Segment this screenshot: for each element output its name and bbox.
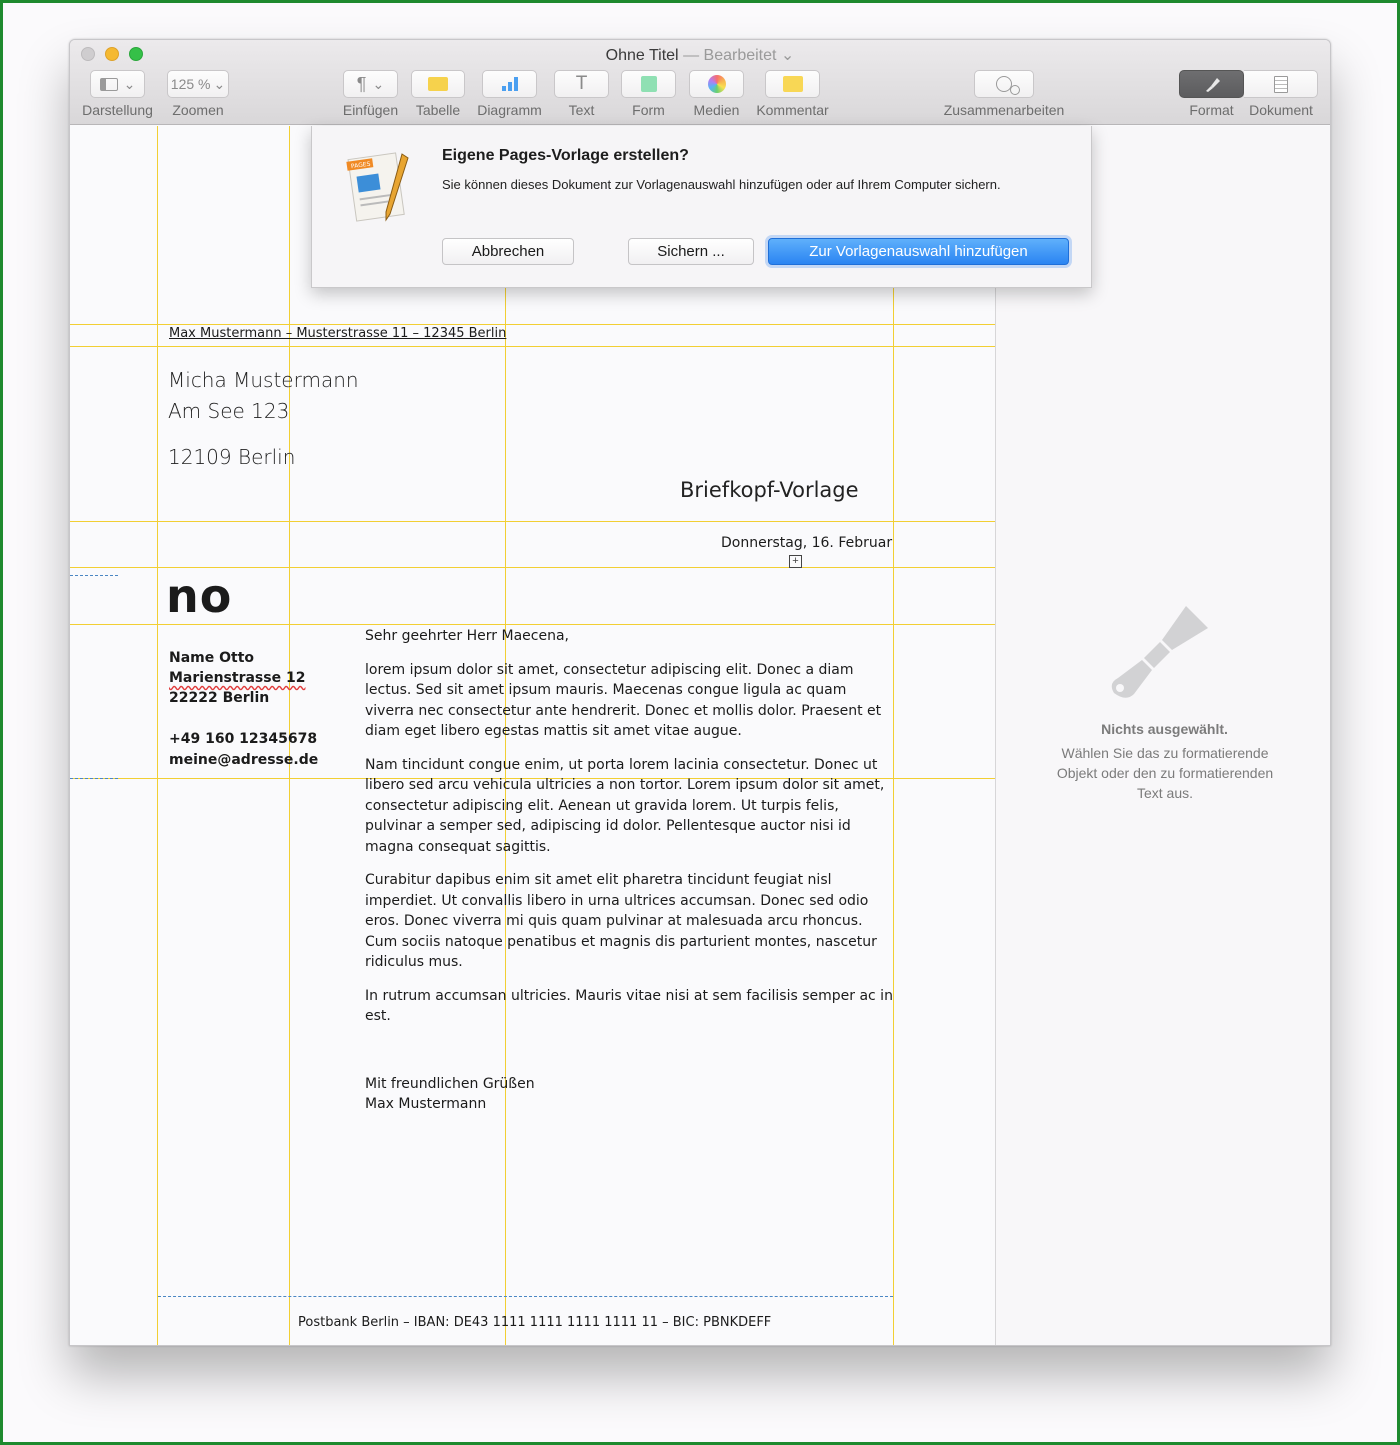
document-label: Dokument [1249, 102, 1313, 118]
body-paragraph[interactable]: Nam tincidunt congue enim, ut porta lore… [365, 755, 895, 858]
toolbar-text[interactable]: T Text [554, 70, 609, 118]
chart-button[interactable] [482, 70, 537, 98]
cancel-button[interactable]: Abbrechen [442, 238, 574, 265]
paintbrush-icon [1111, 606, 1208, 698]
chevron-down-icon[interactable]: ⌄ [781, 47, 794, 64]
toolbar-table[interactable]: Tabelle [411, 70, 465, 118]
toolbar-comment[interactable]: Kommentar [756, 70, 829, 118]
media-icon [707, 75, 726, 93]
layout-guide [70, 346, 995, 347]
comment-button[interactable] [765, 70, 820, 98]
layout-guide [70, 624, 995, 625]
toolbar-shape[interactable]: Form [621, 70, 676, 118]
layout-guide [157, 126, 158, 1345]
document-state[interactable]: Bearbeitet [704, 47, 777, 64]
paintbrush-icon [1205, 78, 1220, 92]
logo-text[interactable]: no [166, 569, 232, 623]
body-paragraph[interactable]: Curabitur dapibus enim sit amet elit pha… [365, 870, 895, 973]
zoom-select[interactable]: 125 % ⌄ [167, 70, 229, 98]
recipient-name[interactable]: Micha Mustermann [168, 368, 359, 392]
layout-guide [70, 567, 995, 568]
fold-mark [70, 575, 118, 576]
format-inspector: Nichts ausgewählt. Wählen Sie das zu for… [995, 126, 1330, 1345]
pages-window: Ohne Titel — Bearbeitet ⌄ ⌄ Darstellung … [69, 39, 1331, 1346]
anchor-plus-icon[interactable]: + [789, 555, 802, 568]
chevron-down-icon: ⌄ [213, 75, 226, 92]
letter-date[interactable]: Donnerstag, 16. Februar [721, 535, 892, 551]
side-email[interactable]: meine@adresse.de [169, 752, 318, 768]
side-name[interactable]: Name Otto [169, 650, 254, 666]
body-paragraph[interactable]: In rutrum accumsan ultricies. Mauris vit… [365, 986, 895, 1027]
comment-icon [782, 76, 803, 92]
table-button[interactable] [411, 70, 465, 98]
shape-button[interactable] [621, 70, 676, 98]
window-title: Ohne Titel — Bearbeitet ⌄ [70, 45, 1330, 65]
toolbar-insert[interactable]: ¶ ⌄ Einfügen [343, 70, 398, 118]
document-name[interactable]: Ohne Titel [606, 47, 679, 64]
toolbar-view[interactable]: ⌄ Darstellung [82, 70, 153, 118]
toolbar-format[interactable]: Format [1179, 70, 1244, 118]
format-button[interactable] [1179, 70, 1244, 98]
toolbar-chart[interactable]: Diagramm [477, 70, 542, 118]
collaborate-button[interactable] [974, 70, 1034, 98]
closing[interactable]: Mit freundlichen Grüßen [365, 1074, 895, 1095]
chevron-down-icon: ⌄ [372, 75, 385, 92]
collaborate-icon [996, 76, 1020, 95]
table-icon [428, 77, 448, 91]
briefkopf-title[interactable]: Briefkopf-Vorlage [680, 478, 859, 502]
pilcrow-icon: ¶ [356, 73, 367, 94]
title-separator: — [683, 47, 700, 64]
toolbar-zoom[interactable]: 125 % ⌄ Zoomen [167, 70, 229, 118]
view-button[interactable]: ⌄ [90, 70, 145, 98]
sidebar-view-icon [99, 77, 118, 91]
sender-line[interactable]: Max Mustermann – Musterstrasse 11 – 1234… [169, 326, 506, 341]
titlebar: Ohne Titel — Bearbeitet ⌄ ⌄ Darstellung … [70, 40, 1330, 125]
dialog-message: Sie können dieses Dokument zur Vorlagena… [442, 177, 1001, 192]
recipient-street[interactable]: Am See 123 [168, 399, 289, 423]
letter-body[interactable]: Sehr geehrter Herr Maecena, lorem ipsum … [365, 626, 895, 1128]
shape-icon [640, 76, 657, 92]
add-to-template-chooser-button[interactable]: Zur Vorlagenauswahl hinzufügen [768, 238, 1069, 265]
chevron-down-icon: ⌄ [123, 75, 136, 92]
zoom-label: Zoomen [172, 102, 224, 118]
inspector-message: Wählen Sie das zu formatierende Objekt o… [1056, 745, 1274, 801]
chart-icon [501, 77, 518, 91]
toolbar-media[interactable]: Medien [689, 70, 744, 118]
footer-margin-line [158, 1296, 893, 1297]
layout-guide [70, 521, 995, 522]
collaborate-label: Zusammenarbeiten [943, 102, 1065, 118]
recipient-city[interactable]: 12109 Berlin [168, 445, 295, 469]
body-paragraph[interactable]: lorem ipsum dolor sit amet, consectetur … [365, 660, 895, 742]
side-city[interactable]: 22222 Berlin [169, 690, 269, 706]
pages-app-icon: PAGES [346, 152, 409, 222]
comment-label: Kommentar [756, 102, 829, 118]
document-button[interactable] [1244, 70, 1318, 98]
toolbar-document[interactable]: Dokument [1244, 70, 1318, 118]
dialog-title: Eigene Pages-Vorlage erstellen? [442, 147, 689, 164]
text-icon: T [575, 73, 588, 94]
media-button[interactable] [689, 70, 744, 98]
layout-guide [70, 324, 995, 325]
save-template-dialog: PAGES Eigene Pages-Vorlage erstellen? Si… [311, 126, 1092, 288]
side-phone[interactable]: +49 160 12345678 [169, 731, 317, 747]
signature[interactable]: Max Mustermann [365, 1094, 895, 1115]
footer-bank-info[interactable]: Postbank Berlin – IBAN: DE43 1111 1111 1… [298, 1315, 771, 1330]
text-button[interactable]: T [554, 70, 609, 98]
salutation[interactable]: Sehr geehrter Herr Maecena, [365, 626, 895, 647]
toolbar-collaborate[interactable]: Zusammenarbeiten [944, 70, 1064, 118]
insert-button[interactable]: ¶ ⌄ [343, 70, 398, 98]
fold-mark [70, 778, 118, 779]
document-icon [1273, 75, 1288, 93]
zoom-value: 125 % [170, 76, 211, 92]
save-button[interactable]: Sichern ... [628, 238, 754, 265]
document-canvas[interactable]: Max Mustermann – Musterstrasse 11 – 1234… [70, 126, 995, 1345]
inspector-title: Nichts ausgewählt. [1101, 721, 1228, 737]
side-street[interactable]: Marienstrasse 12 [169, 670, 305, 686]
